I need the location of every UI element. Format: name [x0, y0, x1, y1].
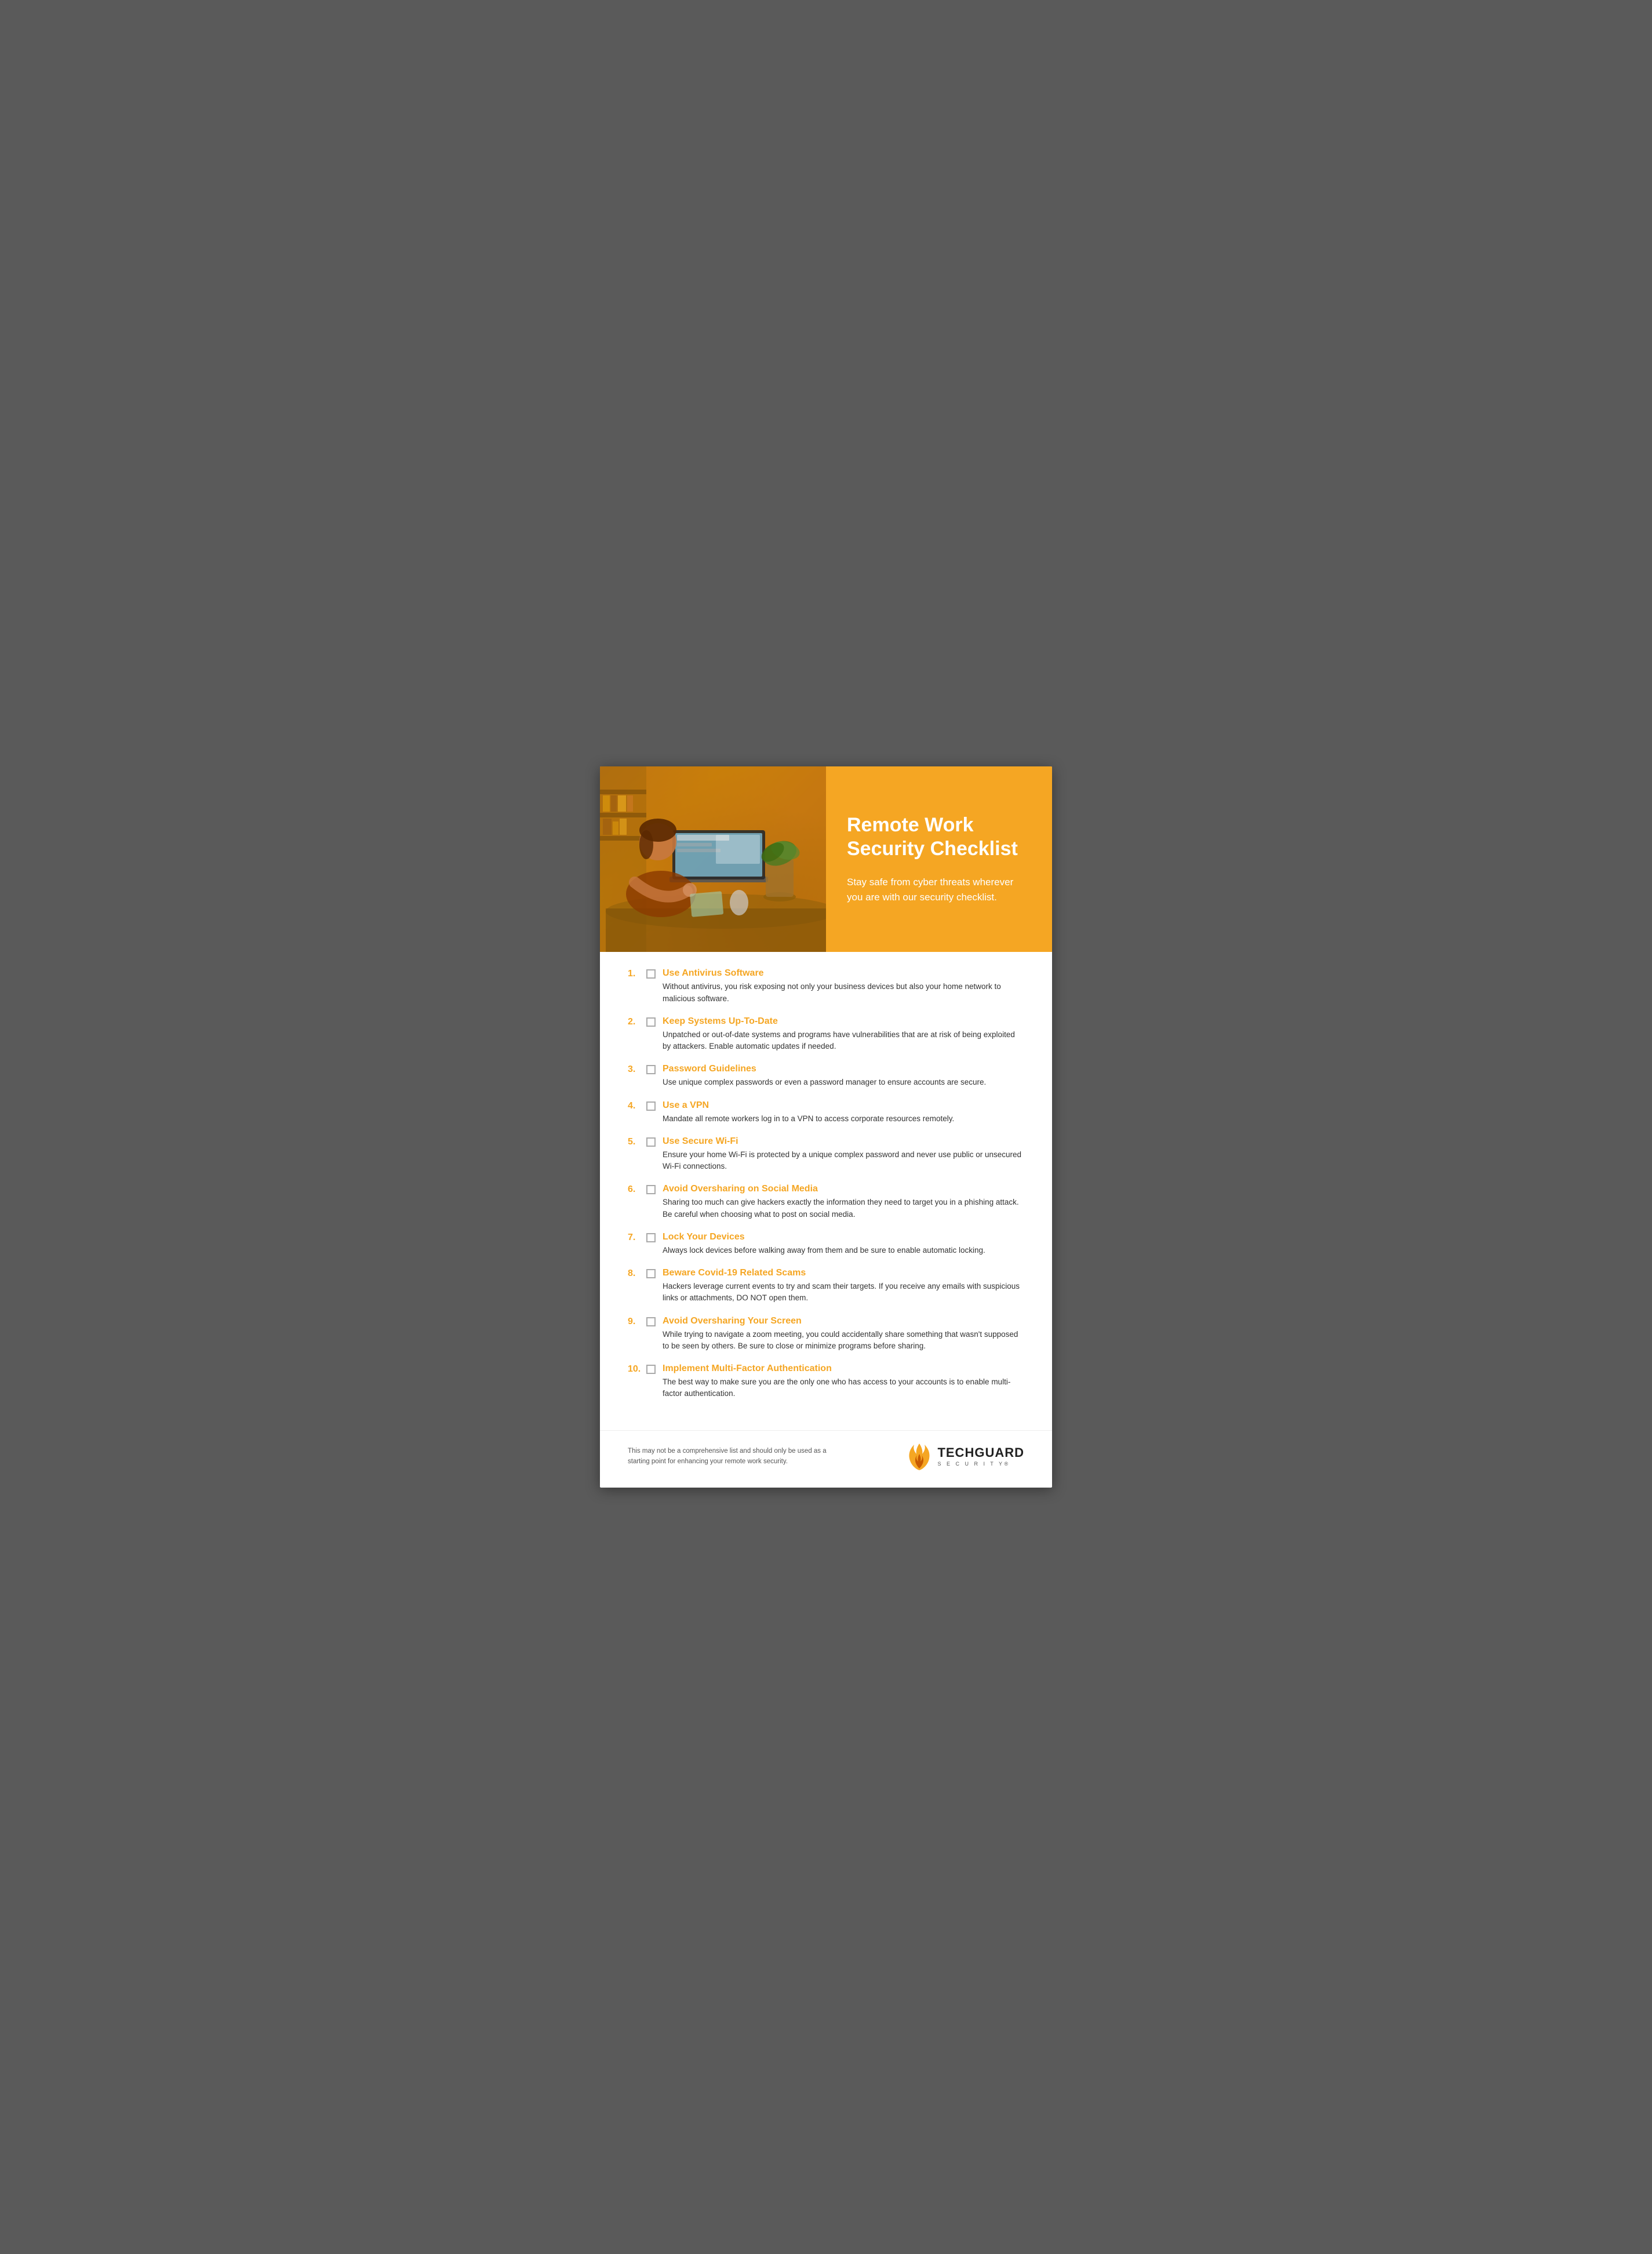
- item-content-6: Avoid Oversharing on Social Media Sharin…: [663, 1184, 1024, 1220]
- item-content-10: Implement Multi-Factor Authentication Th…: [663, 1364, 1024, 1400]
- item-content-8: Beware Covid-19 Related Scams Hackers le…: [663, 1268, 1024, 1304]
- checklist-item-9: 9. Avoid Oversharing Your Screen While t…: [628, 1316, 1024, 1353]
- document: Remote Work Security Checklist Stay safe…: [600, 766, 1052, 1487]
- checklist-item-1: 1. Use Antivirus Software Without antivi…: [628, 968, 1024, 1005]
- item-content-7: Lock Your Devices Always lock devices be…: [663, 1232, 1024, 1256]
- item-description-1: Without antivirus, you risk exposing not…: [663, 981, 1024, 1005]
- checklist-item-3: 3. Password Guidelines Use unique comple…: [628, 1064, 1024, 1088]
- item-number-6: 6.: [628, 1184, 646, 1195]
- item-checkbox-7[interactable]: [646, 1233, 656, 1242]
- logo-sub: S E C U R I T Y®: [937, 1461, 1024, 1467]
- item-title-10: Implement Multi-Factor Authentication: [663, 1364, 1024, 1374]
- item-checkbox-6[interactable]: [646, 1185, 656, 1194]
- item-description-3: Use unique complex passwords or even a p…: [663, 1077, 1024, 1088]
- item-checkbox-5[interactable]: [646, 1137, 656, 1147]
- item-description-8: Hackers leverage current events to try a…: [663, 1281, 1024, 1304]
- item-number-3: 3.: [628, 1064, 646, 1075]
- checklist-item-8: 8. Beware Covid-19 Related Scams Hackers…: [628, 1268, 1024, 1304]
- title-line1: Remote Work: [847, 814, 974, 836]
- item-title-2: Keep Systems Up-To-Date: [663, 1016, 1024, 1027]
- item-checkbox-9[interactable]: [646, 1317, 656, 1326]
- item-description-10: The best way to make sure you are the on…: [663, 1376, 1024, 1400]
- item-number-9: 9.: [628, 1316, 646, 1327]
- checklist-item-7: 7. Lock Your Devices Always lock devices…: [628, 1232, 1024, 1256]
- item-description-7: Always lock devices before walking away …: [663, 1245, 1024, 1256]
- header: Remote Work Security Checklist Stay safe…: [600, 766, 1052, 952]
- logo-name: TECHGUARD: [937, 1446, 1024, 1459]
- item-number-10: 10.: [628, 1364, 646, 1375]
- item-number-5: 5.: [628, 1136, 646, 1147]
- checklist-item-6: 6. Avoid Oversharing on Social Media Sha…: [628, 1184, 1024, 1220]
- item-checkbox-3[interactable]: [646, 1065, 656, 1074]
- item-content-2: Keep Systems Up-To-Date Unpatched or out…: [663, 1016, 1024, 1053]
- footer-disclaimer: This may not be a comprehensive list and…: [628, 1446, 848, 1467]
- item-title-9: Avoid Oversharing Your Screen: [663, 1316, 1024, 1326]
- header-image: [600, 766, 826, 952]
- item-title-8: Beware Covid-19 Related Scams: [663, 1268, 1024, 1278]
- item-content-3: Password Guidelines Use unique complex p…: [663, 1064, 1024, 1088]
- item-title-3: Password Guidelines: [663, 1064, 1024, 1074]
- item-title-6: Avoid Oversharing on Social Media: [663, 1184, 1024, 1194]
- item-checkbox-8[interactable]: [646, 1269, 656, 1278]
- item-content-4: Use a VPN Mandate all remote workers log…: [663, 1100, 1024, 1125]
- item-title-1: Use Antivirus Software: [663, 968, 1024, 979]
- item-number-1: 1.: [628, 968, 646, 979]
- logo-area: TECHGUARD S E C U R I T Y®: [907, 1442, 1024, 1471]
- checklist-item-2: 2. Keep Systems Up-To-Date Unpatched or …: [628, 1016, 1024, 1053]
- checklist-item-5: 5. Use Secure Wi-Fi Ensure your home Wi-…: [628, 1136, 1024, 1173]
- checklist-item-4: 4. Use a VPN Mandate all remote workers …: [628, 1100, 1024, 1125]
- item-checkbox-1[interactable]: [646, 969, 656, 979]
- flame-icon: [907, 1442, 931, 1471]
- item-checkbox-10[interactable]: [646, 1365, 656, 1374]
- title-line2: Security Checklist: [847, 838, 1018, 860]
- item-description-2: Unpatched or out-of-date systems and pro…: [663, 1029, 1024, 1053]
- checklist: 1. Use Antivirus Software Without antivi…: [600, 952, 1052, 1425]
- item-title-4: Use a VPN: [663, 1100, 1024, 1111]
- item-checkbox-4[interactable]: [646, 1101, 656, 1111]
- item-number-8: 8.: [628, 1268, 646, 1279]
- footer: This may not be a comprehensive list and…: [600, 1430, 1052, 1488]
- item-number-2: 2.: [628, 1016, 646, 1027]
- item-content-5: Use Secure Wi-Fi Ensure your home Wi-Fi …: [663, 1136, 1024, 1173]
- item-content-9: Avoid Oversharing Your Screen While tryi…: [663, 1316, 1024, 1353]
- item-content-1: Use Antivirus Software Without antivirus…: [663, 968, 1024, 1005]
- item-description-4: Mandate all remote workers log in to a V…: [663, 1113, 1024, 1125]
- item-title-7: Lock Your Devices: [663, 1232, 1024, 1242]
- item-checkbox-2[interactable]: [646, 1017, 656, 1027]
- checklist-item-10: 10. Implement Multi-Factor Authenticatio…: [628, 1364, 1024, 1400]
- item-description-6: Sharing too much can give hackers exactl…: [663, 1197, 1024, 1220]
- header-title: Remote Work Security Checklist: [847, 813, 1031, 861]
- item-title-5: Use Secure Wi-Fi: [663, 1136, 1024, 1147]
- item-number-4: 4.: [628, 1100, 646, 1111]
- header-text-block: Remote Work Security Checklist Stay safe…: [826, 766, 1052, 952]
- item-description-5: Ensure your home Wi-Fi is protected by a…: [663, 1149, 1024, 1173]
- header-subtitle: Stay safe from cyber threats wherever yo…: [847, 875, 1031, 906]
- item-description-9: While trying to navigate a zoom meeting,…: [663, 1329, 1024, 1353]
- item-number-7: 7.: [628, 1232, 646, 1243]
- logo-text: TECHGUARD S E C U R I T Y®: [937, 1446, 1024, 1467]
